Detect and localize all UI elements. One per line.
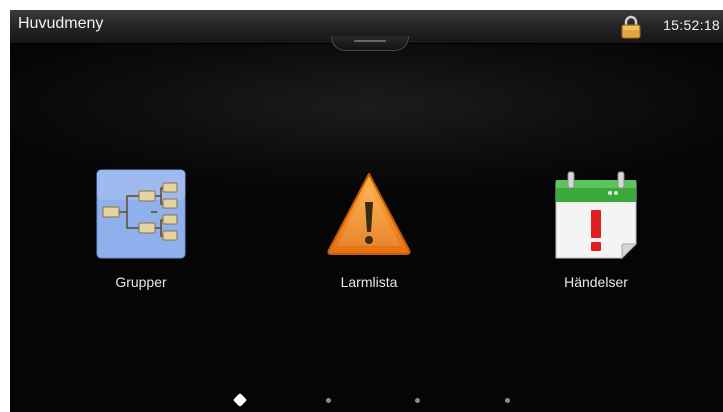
menu-item-label: Larmlista — [340, 274, 398, 290]
menu-item-handelser[interactable]: Händelser — [526, 168, 666, 318]
main-screen: Huvudmeny 15:52:18 Grupper Larmlista Hän… — [10, 10, 723, 412]
page-dot-3[interactable] — [415, 398, 420, 403]
menu-item-label: Grupper — [115, 274, 167, 290]
menu-item-larmlista[interactable]: Larmlista — [299, 168, 439, 318]
lock-icon[interactable] — [620, 15, 642, 39]
pull-tab-grip — [354, 40, 386, 42]
calendar-alert-icon — [550, 168, 642, 260]
page-dot-4[interactable] — [505, 398, 510, 403]
clock: 15:52:18 — [663, 17, 720, 33]
menu-item-grupper[interactable]: Grupper — [71, 168, 211, 318]
page-indicator — [10, 392, 723, 408]
group-tree-icon — [95, 168, 187, 260]
page-title: Huvudmeny — [18, 15, 104, 32]
pull-tab[interactable] — [331, 36, 409, 51]
page-dot-1[interactable] — [232, 392, 248, 408]
page-dot-2[interactable] — [326, 398, 331, 403]
menu-item-label: Händelser — [564, 274, 628, 290]
warning-triangle-icon — [323, 168, 415, 260]
